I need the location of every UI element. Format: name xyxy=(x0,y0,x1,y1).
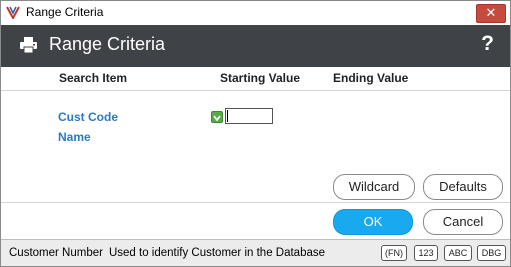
window-title: Range Criteria xyxy=(26,5,104,19)
column-header-ending-value: Ending Value xyxy=(333,71,409,85)
status-description: Used to identify Customer in the Databas… xyxy=(108,247,326,259)
range-criteria-dialog: Range Criteria ✕ Range Criteria ? Search… xyxy=(0,0,511,267)
printer-icon xyxy=(20,37,37,53)
column-header-search-item: Search Item xyxy=(59,71,128,85)
status-field-name: Customer Number xyxy=(9,247,103,259)
title-bar: Range Criteria ✕ xyxy=(1,1,510,24)
column-header-starting-value: Starting Value xyxy=(220,71,301,85)
checkbox-icon[interactable] xyxy=(211,111,223,123)
header-divider xyxy=(1,90,510,91)
dialog-title: Range Criteria xyxy=(49,34,166,54)
close-button[interactable]: ✕ xyxy=(476,4,506,23)
search-item-name[interactable]: Name xyxy=(58,130,91,144)
dialog-header: Range Criteria ? xyxy=(1,25,510,67)
app-logo-icon xyxy=(6,6,20,19)
debug-badge[interactable]: DBG xyxy=(477,245,506,261)
ok-button[interactable]: OK xyxy=(333,209,413,235)
defaults-button[interactable]: Defaults xyxy=(423,174,503,200)
alpha-mode-badge[interactable]: ABC xyxy=(444,245,472,261)
button-divider xyxy=(1,202,510,203)
close-icon: ✕ xyxy=(485,5,497,20)
cancel-button[interactable]: Cancel xyxy=(423,209,503,235)
text-cursor xyxy=(227,110,228,122)
starting-value-input[interactable] xyxy=(225,108,273,124)
checkmark-icon xyxy=(213,115,221,122)
numeric-mode-badge[interactable]: 123 xyxy=(414,245,438,261)
search-item-cust-code[interactable]: Cust Code xyxy=(58,110,118,124)
wildcard-button[interactable]: Wildcard xyxy=(333,174,415,200)
status-bar: Customer Number Used to identify Customer… xyxy=(1,240,510,266)
help-icon[interactable]: ? xyxy=(481,32,494,56)
status-message: Customer Number Used to identify Customer… xyxy=(9,247,325,259)
fn-badge[interactable]: (FN) xyxy=(381,245,407,261)
